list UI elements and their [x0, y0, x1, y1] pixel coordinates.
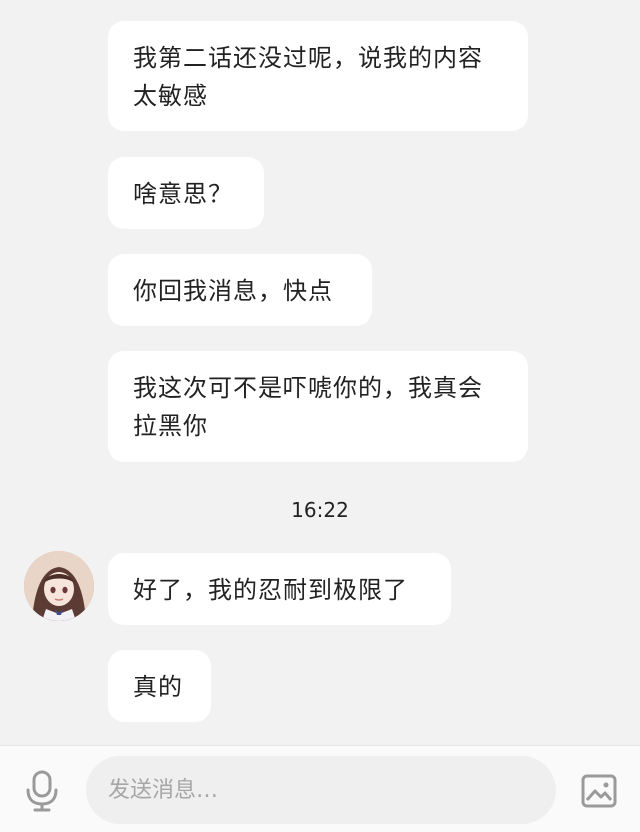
message-bubble[interactable]: 好了，我的忍耐到极限了 — [108, 553, 451, 625]
message-bubble[interactable]: 真的 — [108, 650, 211, 722]
input-bar — [0, 745, 640, 832]
avatar[interactable] — [24, 551, 94, 621]
message-timestamp: 16:22 — [291, 498, 349, 522]
chat-area[interactable]: 我第二话还没过呢，说我的内容太敏感 啥意思？ 你回我消息，快点 我这次可不是吓唬… — [0, 0, 640, 745]
message-bubble[interactable]: 你回我消息，快点 — [108, 254, 372, 326]
message-bubble[interactable]: 我第二话还没过呢，说我的内容太敏感 — [108, 21, 528, 131]
message-bubble[interactable]: 啥意思？ — [108, 157, 264, 229]
avatar-image — [24, 551, 94, 621]
microphone-icon[interactable] — [24, 770, 60, 812]
message-bubble[interactable]: 我这次可不是吓唬你的，我真会拉黑你 — [108, 351, 528, 462]
message-input[interactable] — [86, 756, 556, 824]
image-icon[interactable] — [581, 774, 617, 808]
